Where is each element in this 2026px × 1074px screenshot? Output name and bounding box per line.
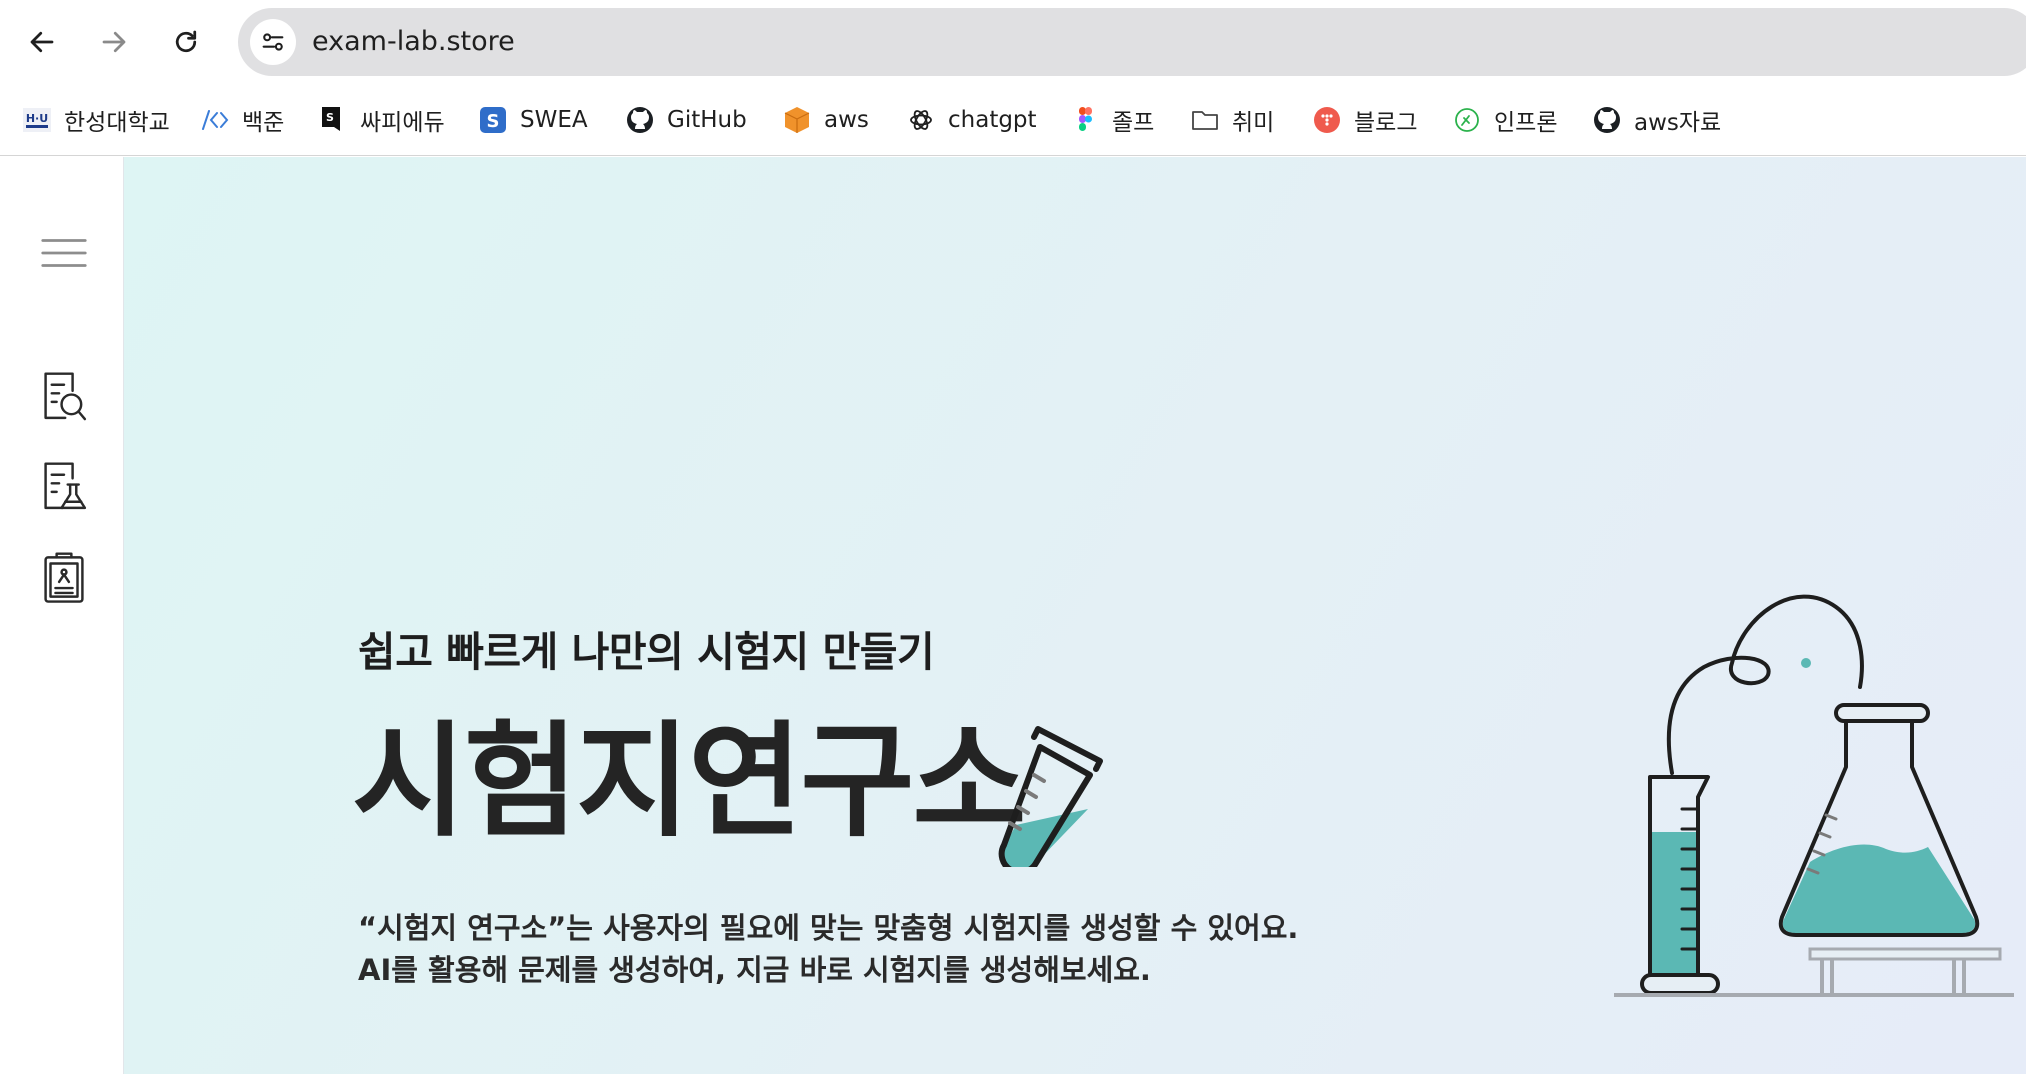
back-button[interactable] [18, 18, 66, 66]
hero-description: “시험지 연구소”는 사용자의 필요에 맞는 맞춤형 시험지를 생성할 수 있어… [358, 907, 1298, 991]
bookmark-label: chatgpt [948, 107, 1037, 133]
reload-icon [175, 30, 197, 53]
github-icon [625, 105, 655, 135]
hansung-logo-icon: H·U [22, 105, 52, 135]
bookmark-label: 인프론 [1494, 110, 1558, 136]
bookmark-label: 백준 [242, 110, 285, 136]
sidebar-item-exam-list[interactable] [38, 549, 90, 605]
document-search-icon [44, 372, 87, 421]
site-info-button[interactable] [250, 19, 296, 65]
bookmark-label: GitHub [667, 107, 747, 133]
svg-text:S: S [487, 111, 500, 132]
bookmark-hansung[interactable]: H·U 한성대학교 [22, 98, 170, 142]
hero-tagline: 쉽고 빠르게 나만의 시험지 만들기 [358, 628, 935, 676]
lab-equipment-illustration [1614, 594, 2014, 997]
browser-toolbar: exam-lab.store [0, 0, 2026, 84]
code-brackets-icon [200, 105, 230, 135]
bookmark-label: aws [824, 107, 869, 133]
figma-icon [1070, 105, 1100, 135]
sidebar [0, 157, 124, 1074]
openai-icon [906, 105, 936, 135]
swea-logo-icon: S [478, 105, 508, 135]
bookmark-label: 싸피에듀 [360, 110, 445, 136]
bookmark-chatgpt[interactable]: chatgpt [906, 98, 1037, 142]
folder-icon [1190, 105, 1220, 135]
svg-text:S: S [326, 111, 334, 124]
sidebar-item-exam-create[interactable] [38, 459, 90, 515]
forward-button[interactable] [90, 18, 138, 66]
sidebar-item-exam-search[interactable] [38, 369, 90, 425]
arrow-left-icon [30, 31, 54, 53]
menu-icon [41, 239, 87, 267]
hero-title: 시험지연구소 [352, 710, 1026, 854]
bookmark-aws[interactable]: aws [782, 98, 869, 142]
arrow-right-icon [102, 31, 126, 53]
bookmark-label: 블로그 [1354, 110, 1418, 136]
inflearn-icon [1452, 105, 1482, 135]
bookmark-inflearn[interactable]: 인프론 [1452, 98, 1557, 142]
bookmark-ssafy[interactable]: S 싸피에듀 [318, 98, 445, 142]
bookmark-baekjoon[interactable]: 백준 [200, 98, 284, 142]
bookmark-blog[interactable]: 블로그 [1312, 98, 1417, 142]
bookmark-label: SWEA [520, 107, 588, 133]
url-text[interactable]: exam-lab.store [312, 8, 515, 76]
aws-box-icon [782, 105, 812, 135]
hero-description-line-2: AI를 활용해 문제를 생성하여, 지금 바로 시험지를 생성해보세요. [358, 953, 1151, 987]
clipboard-icon [44, 552, 84, 603]
blog-icon [1312, 105, 1342, 135]
document-flask-icon [44, 462, 87, 510]
hero-description-line-1: “시험지 연구소”는 사용자의 필요에 맞는 맞춤형 시험지를 생성할 수 있어… [358, 911, 1299, 945]
github-icon [1592, 105, 1622, 135]
bookmark-hobby[interactable]: 취미 [1190, 98, 1274, 142]
tune-icon [262, 33, 284, 51]
test-tube-icon [998, 726, 1103, 867]
bookmark-label: 한성대학교 [64, 110, 170, 136]
bookmark-swea[interactable]: S SWEA [478, 98, 588, 142]
bookmark-label: aws자료 [1634, 110, 1722, 136]
bookmark-aws-docs[interactable]: aws자료 [1592, 98, 1721, 142]
reload-button[interactable] [162, 18, 210, 66]
svg-text:H·U: H·U [26, 112, 48, 125]
bookmark-label: 취미 [1232, 110, 1275, 136]
bookmark-label: 졸프 [1112, 110, 1155, 136]
hero-section: 쉽고 빠르게 나만의 시험지 만들기 시험지연구소 “시험지 연구소”는 사용자… [124, 157, 2026, 1074]
ssafy-logo-icon: S [318, 105, 348, 135]
bookmark-jolpeu[interactable]: 졸프 [1070, 98, 1154, 142]
address-bar[interactable]: exam-lab.store [238, 8, 2026, 76]
bookmark-github[interactable]: GitHub [625, 98, 747, 142]
bookmarks-bar: H·U 한성대학교 백준 S 싸피에듀 S SWEA GitHub aws ch… [0, 84, 2026, 156]
menu-button[interactable] [38, 225, 90, 281]
